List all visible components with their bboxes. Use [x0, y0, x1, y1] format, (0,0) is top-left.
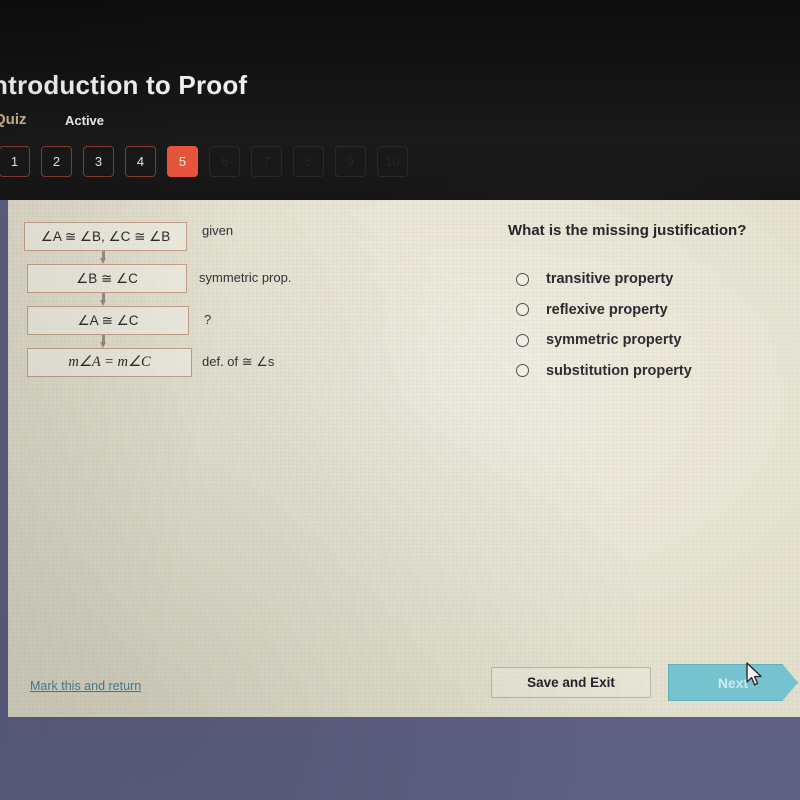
proof-reason-text: symmetric prop.	[199, 270, 292, 285]
question-number-3[interactable]: 3	[83, 146, 114, 177]
question-number-7: 7	[251, 146, 282, 177]
answer-choice[interactable]: symmetric property	[508, 325, 692, 356]
question-number-nav: 1 2 3 4 5 6 7 8 9 10	[0, 146, 408, 177]
radio-button-icon[interactable]	[516, 333, 529, 347]
proof-reason-text: def. of ≅ ∠s	[202, 354, 275, 369]
down-arrow-icon	[100, 251, 107, 264]
radio-button-icon[interactable]	[516, 272, 529, 286]
answer-choice-label: substitution property	[546, 362, 692, 379]
question-number-4[interactable]: 4	[125, 146, 156, 177]
proof-statement-box: ∠A ≅ ∠B, ∠C ≅ ∠B	[24, 222, 187, 251]
proof-reason-text: ?	[204, 312, 212, 327]
down-arrow-icon	[100, 293, 107, 306]
mouse-cursor-icon	[746, 662, 764, 688]
radio-button-icon[interactable]	[516, 364, 529, 378]
proof-step-row: ∠A ≅ ∠C?	[24, 306, 364, 348]
question-number-8: 8	[293, 146, 324, 177]
question-number-1[interactable]: 1	[0, 146, 30, 177]
flow-proof: ∠A ≅ ∠B, ∠C ≅ ∠B given ∠B ≅ ∠C symmetric pr…	[24, 222, 364, 390]
question-number-5[interactable]: 5	[167, 146, 198, 177]
answer-choice-label: symmetric property	[546, 332, 682, 349]
question-prompt: What is the missing justification?	[508, 222, 747, 239]
proof-statement-box: m∠A = m∠C	[27, 348, 192, 377]
next-button[interactable]: Next	[668, 664, 798, 701]
proof-step-row: ∠A ≅ ∠B, ∠C ≅ ∠B given	[24, 222, 364, 264]
question-number-10: 10	[377, 146, 408, 177]
answer-choice-label: transitive property	[546, 271, 674, 288]
down-arrow-icon	[100, 335, 107, 348]
answer-choice-label: reflexive property	[546, 301, 668, 318]
answer-choice[interactable]: reflexive property	[508, 295, 692, 326]
proof-statement-box: ∠A ≅ ∠C	[27, 306, 189, 335]
proof-step-row: m∠A = m∠C def. of ≅ ∠s	[24, 348, 364, 390]
page-title: ntroduction to Proof	[0, 70, 248, 100]
screenshot-root: ntroduction to Proof Quiz Active 1234567…	[0, 0, 800, 800]
radio-button-icon[interactable]	[516, 303, 529, 317]
top-chrome: ntroduction to Proof Quiz Active 1234567…	[0, 0, 800, 200]
answer-choice[interactable]: transitive property	[508, 264, 692, 295]
question-number-9: 9	[335, 146, 366, 177]
status-badge: Active	[65, 113, 105, 128]
question-number-2[interactable]: 2	[41, 146, 72, 177]
save-and-exit-button[interactable]: Save and Exit	[491, 667, 651, 698]
quiz-label: Quiz	[0, 111, 27, 128]
question-number-6: 6	[209, 146, 240, 177]
proof-statement-text: m∠A = m∠C	[68, 354, 151, 370]
proof-statement-box: ∠B ≅ ∠C	[27, 264, 187, 293]
answer-choice[interactable]: substitution property	[508, 356, 692, 387]
proof-reason-text: given	[202, 223, 234, 238]
mark-this-and-return-link[interactable]: Mark this and return	[30, 679, 141, 693]
quiz-content-panel: ∠A ≅ ∠B, ∠C ≅ ∠B given ∠B ≅ ∠C symmetric pr…	[8, 200, 800, 717]
proof-step-row: ∠B ≅ ∠C symmetric prop.	[24, 264, 364, 306]
answer-choice-list: transitive property reflexive property sym…	[508, 264, 692, 386]
